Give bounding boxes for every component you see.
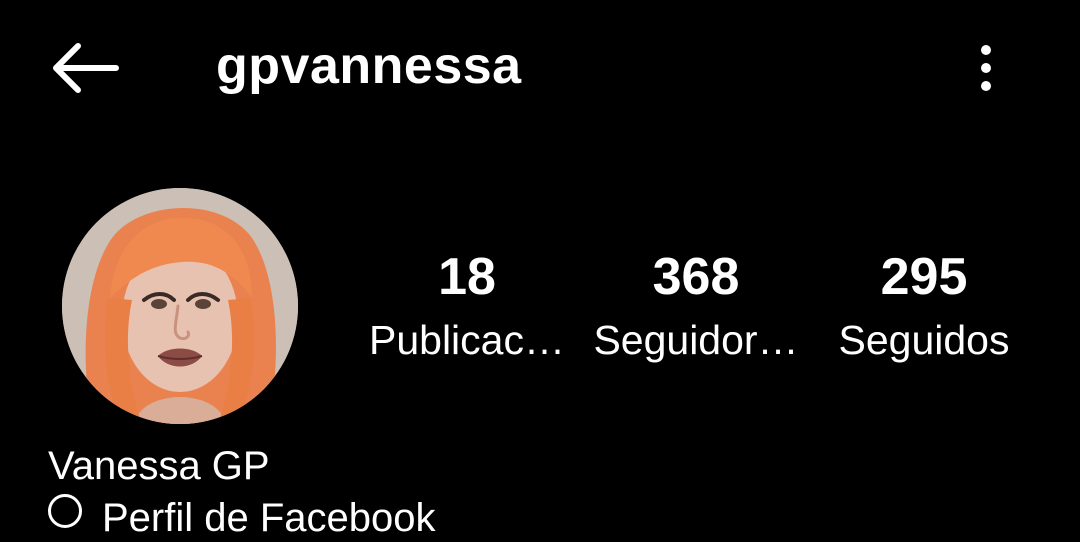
- profile-photo: [62, 188, 298, 424]
- arrow-left-icon: [53, 43, 119, 93]
- top-bar: gpvannessa: [0, 0, 1080, 140]
- profile-link-label: Perfil de Facebook: [102, 496, 436, 540]
- profile-username: gpvannessa: [216, 37, 522, 95]
- posts-count: 18: [438, 248, 496, 306]
- more-vertical-icon: [981, 45, 991, 91]
- stat-following[interactable]: 295 Seguidos: [822, 242, 1026, 368]
- posts-label: Publicac…: [369, 317, 565, 363]
- profile-display-name: Vanessa GP: [48, 444, 270, 488]
- more-options-button[interactable]: [958, 36, 1014, 100]
- following-count: 295: [880, 248, 968, 306]
- back-button[interactable]: [44, 36, 124, 100]
- followers-count: 368: [652, 248, 740, 306]
- followers-label: Seguidor…: [593, 317, 799, 363]
- following-label: Seguidos: [838, 317, 1010, 363]
- stat-posts[interactable]: 18 Publicac…: [362, 242, 572, 368]
- facebook-icon: [48, 494, 82, 528]
- stat-followers[interactable]: 368 Seguidor…: [588, 242, 804, 368]
- profile-link-row[interactable]: Perfil de Facebook: [48, 494, 436, 540]
- avatar[interactable]: [62, 188, 298, 424]
